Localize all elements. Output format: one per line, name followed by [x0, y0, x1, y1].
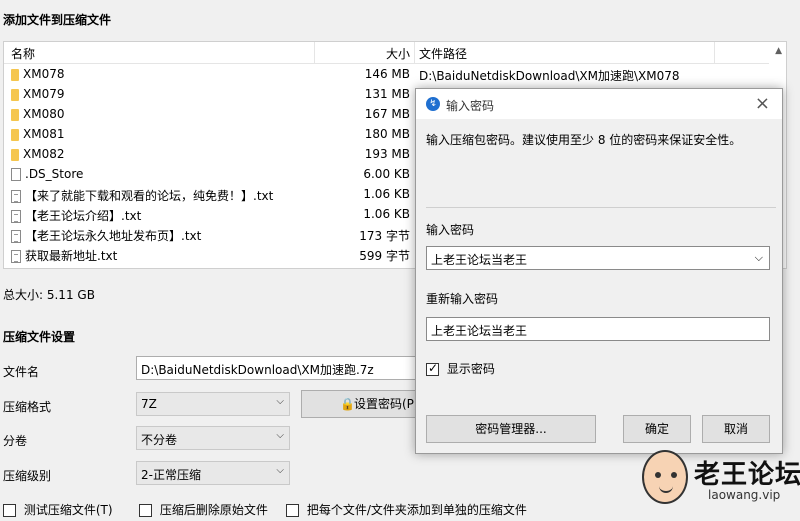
file-size: 599 字节 [359, 249, 410, 263]
text-file-icon [11, 210, 21, 223]
file-row[interactable]: XM078 146 MB D:\BaiduNetdiskDownload\XM加… [4, 65, 770, 85]
delete-source-checkbox[interactable] [139, 504, 152, 517]
delete-source-option[interactable]: 压缩后删除原始文件 [139, 501, 268, 518]
separate-archives-label: 把每个文件/文件夹添加到单独的压缩文件 [306, 503, 527, 517]
password-label: 输入密码 [426, 223, 475, 237]
column-path[interactable]: 文件路径 [419, 45, 467, 62]
separate-archives-checkbox[interactable] [286, 504, 299, 517]
file-size: 193 MB [364, 147, 410, 161]
file-size: 146 MB [364, 67, 410, 81]
chevron-down-icon: ⌵ [276, 465, 284, 476]
folder-icon [11, 128, 19, 141]
password-dialog: ↯ 输入密码 × 输入压缩包密码。建议使用至少 8 位的密码来保证安全性。 输入… [415, 88, 783, 454]
file-name: 【来了就能下载和观看的论坛，纯免费！】.txt [25, 189, 274, 203]
mascot-face-icon [642, 450, 688, 504]
chevron-down-icon[interactable]: ⌵ [755, 251, 763, 265]
column-size[interactable]: 大小 [386, 45, 410, 62]
filename-label: 文件名 [3, 365, 40, 379]
split-select[interactable]: 不分卷 ⌵ [136, 426, 290, 450]
test-archive-checkbox[interactable] [3, 504, 16, 517]
password-value: 上老王论坛当老王 [431, 253, 528, 267]
split-value: 不分卷 [141, 433, 178, 447]
file-name: 【老王论坛永久地址发布页】.txt [25, 229, 202, 243]
file-size: 1.06 KB [363, 207, 410, 221]
dialog-description: 输入压缩包密码。建议使用至少 8 位的密码来保证安全性。 [426, 133, 742, 147]
password-input[interactable]: 上老王论坛当老王 ⌵ [426, 246, 770, 270]
folder-icon [11, 68, 19, 81]
folder-icon [11, 148, 19, 161]
file-name: 【老王论坛介绍】.txt [25, 209, 142, 223]
set-password-label: 设置密码(P) [354, 397, 419, 411]
lock-icon: 🔒 [340, 397, 355, 411]
level-select[interactable]: 2-正常压缩 ⌵ [136, 461, 290, 485]
file-name: XM082 [23, 147, 65, 161]
file-path: D:\BaiduNetdiskDownload\XM加速跑\XM078 [419, 69, 680, 83]
file-size: 131 MB [364, 87, 410, 101]
reenter-password-label: 重新输入密码 [426, 292, 499, 306]
filename-input[interactable]: D:\BaiduNetdiskDownload\XM加速跑.7z [136, 356, 416, 380]
cancel-button[interactable]: 取消 [702, 415, 770, 443]
add-files-heading: 添加文件到压缩文件 [3, 13, 112, 27]
file-name: XM079 [23, 87, 65, 101]
reenter-password-input[interactable]: 上老王论坛当老王 [426, 317, 770, 341]
format-label: 压缩格式 [3, 400, 52, 414]
split-label: 分卷 [3, 434, 28, 448]
file-list-header: 名称 大小 文件路径 [4, 42, 770, 64]
file-size: 173 字节 [359, 229, 410, 243]
show-password-checkbox[interactable] [426, 361, 439, 376]
file-name: XM078 [23, 67, 65, 81]
watermark-url: laowang.vip [708, 488, 781, 502]
set-password-button[interactable]: 🔒 设置密码(P) [301, 390, 419, 418]
file-name: XM080 [23, 107, 65, 121]
text-file-icon [11, 230, 21, 243]
watermark-title: 老王论坛 [694, 460, 800, 490]
column-name[interactable]: 名称 [11, 45, 35, 62]
delete-source-label: 压缩后删除原始文件 [159, 503, 268, 517]
password-manager-button[interactable]: 密码管理器... [426, 415, 596, 443]
format-value: 7Z [141, 397, 157, 411]
file-size: 167 MB [364, 107, 410, 121]
format-select[interactable]: 7Z ⌵ [136, 392, 290, 416]
settings-heading: 压缩文件设置 [3, 330, 76, 344]
show-password-label: 显示密码 [446, 362, 495, 376]
scroll-up-icon[interactable]: ▲ [775, 46, 782, 56]
text-file-icon [11, 190, 21, 203]
file-name: 获取最新地址.txt [25, 249, 118, 263]
file-icon [11, 168, 21, 181]
level-label: 压缩级别 [3, 469, 52, 483]
dialog-title-bar: ↯ 输入密码 × [416, 89, 782, 119]
file-size: 1.06 KB [363, 187, 410, 201]
file-size: 6.00 KB [363, 167, 410, 181]
file-size: 180 MB [364, 127, 410, 141]
dialog-title: 输入密码 [446, 99, 495, 113]
test-archive-label: 测试压缩文件(T) [23, 503, 113, 517]
separate-archives-option[interactable]: 把每个文件/文件夹添加到单独的压缩文件 [286, 501, 527, 518]
level-value: 2-正常压缩 [141, 468, 201, 482]
app-icon: ↯ [426, 97, 440, 111]
chevron-down-icon: ⌵ [276, 430, 284, 441]
file-name: XM081 [23, 127, 65, 141]
folder-icon [11, 88, 19, 101]
divider [426, 207, 776, 208]
chevron-down-icon: ⌵ [276, 396, 284, 407]
show-password-option[interactable]: 显示密码 [426, 360, 495, 377]
ok-button[interactable]: 确定 [623, 415, 691, 443]
close-icon[interactable]: × [755, 93, 770, 114]
text-file-icon [11, 250, 21, 263]
total-size: 总大小: 5.11 GB [3, 288, 95, 302]
folder-icon [11, 108, 19, 121]
file-name: .DS_Store [25, 167, 84, 181]
test-archive-option[interactable]: 测试压缩文件(T) [3, 501, 113, 518]
watermark-logo: 老王论坛 laowang.vip [638, 448, 800, 518]
